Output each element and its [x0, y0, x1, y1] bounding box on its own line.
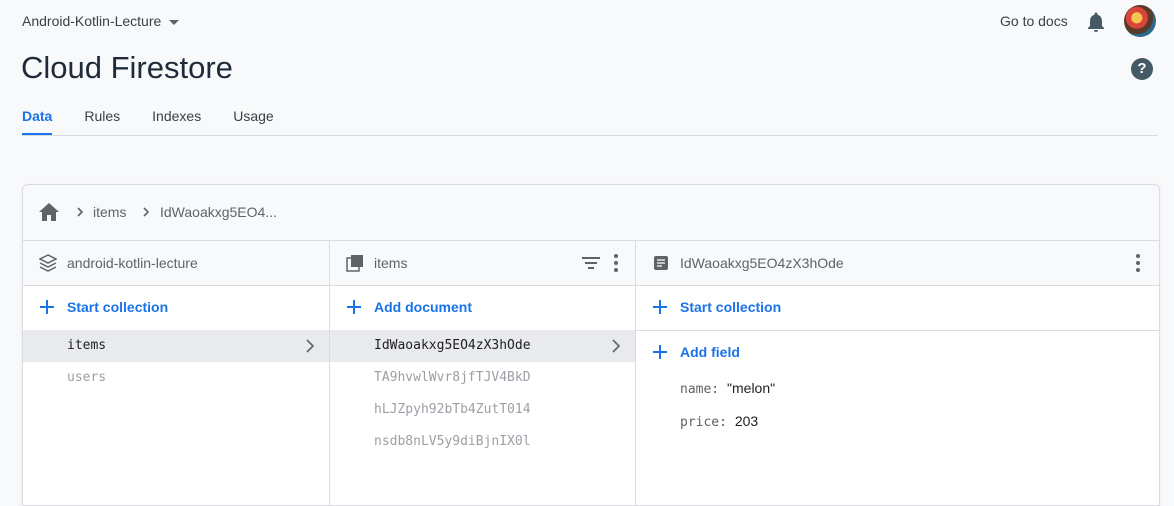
user-avatar[interactable]	[1124, 5, 1156, 37]
collection-title: items	[374, 255, 408, 271]
document-icon	[654, 256, 668, 270]
add-field-button[interactable]: Add field	[636, 331, 1159, 375]
collection-icon	[346, 255, 363, 272]
top-bar: Android-Kotlin-Lecture Go to docs	[0, 0, 1174, 44]
field-row-name[interactable]: name: "melon"	[680, 380, 775, 397]
add-document-label: Add document	[374, 299, 472, 315]
document-item[interactable]: IdWaoakxg5EO4zX3hOde	[330, 330, 635, 362]
filter-icon[interactable]	[582, 256, 600, 270]
start-subcollection-button[interactable]: Start collection	[636, 286, 1159, 330]
start-collection-label: Start collection	[680, 299, 782, 315]
chevron-right-icon	[77, 207, 84, 217]
project-selector[interactable]: Android-Kotlin-Lecture	[22, 13, 180, 29]
tab-data[interactable]: Data	[22, 100, 53, 135]
list-item-label: users	[67, 370, 107, 385]
document-item[interactable]: nsdb8nLV5y9diBjnIX0l	[330, 426, 635, 458]
chevron-right-icon	[143, 207, 150, 217]
field-key: name:	[680, 382, 720, 397]
plus-icon	[347, 300, 361, 314]
document-title: IdWaoakxg5EO4zX3hOde	[680, 255, 844, 271]
chevron-right-icon	[612, 339, 621, 353]
field-value: 203	[734, 413, 759, 429]
caret-down-icon	[169, 19, 180, 25]
project-name: Android-Kotlin-Lecture	[22, 13, 162, 29]
list-item-label: IdWaoakxg5EO4zX3hOde	[374, 338, 531, 353]
start-collection-label: Start collection	[67, 299, 169, 315]
database-icon	[39, 254, 57, 272]
document-column: IdWaoakxg5EO4zX3hOde Start collection Ad…	[636, 241, 1159, 505]
field-value: "melon"	[727, 380, 776, 396]
collection-item-users[interactable]: users	[23, 362, 329, 394]
breadcrumb-items[interactable]: items	[93, 204, 126, 220]
page-title: Cloud Firestore	[21, 50, 233, 85]
collection-column-header: items	[330, 241, 635, 286]
collection-column: items Add document IdWaoakxg5EO4zX3hOde …	[330, 241, 636, 505]
list-item-label: hLJZpyh92bTb4ZutT014	[374, 402, 531, 417]
add-field-label: Add field	[680, 344, 740, 360]
breadcrumb: items IdWaoakxg5EO4...	[23, 185, 1159, 241]
plus-icon	[40, 300, 54, 314]
document-item[interactable]: TA9hvwlWvr8jfTJV4BkD	[330, 362, 635, 394]
bell-icon[interactable]	[1086, 11, 1106, 33]
add-document-button[interactable]: Add document	[330, 286, 635, 330]
document-item[interactable]: hLJZpyh92bTb4ZutT014	[330, 394, 635, 426]
root-title: android-kotlin-lecture	[67, 255, 198, 271]
start-collection-button[interactable]: Start collection	[23, 286, 329, 330]
tab-bar: Data Rules Indexes Usage	[22, 100, 306, 135]
root-column: android-kotlin-lecture Start collection …	[23, 241, 330, 505]
more-vert-icon[interactable]	[613, 253, 619, 273]
list-item-label: TA9hvwlWvr8jfTJV4BkD	[374, 370, 531, 385]
more-vert-icon[interactable]	[1135, 253, 1141, 273]
tab-usage[interactable]: Usage	[233, 100, 273, 135]
plus-icon	[653, 300, 667, 314]
tab-indexes[interactable]: Indexes	[152, 100, 201, 135]
help-icon[interactable]: ?	[1131, 58, 1153, 80]
collection-item-items[interactable]: items	[23, 330, 329, 362]
plus-icon	[653, 345, 667, 359]
chevron-right-icon	[306, 339, 315, 353]
tab-divider	[22, 135, 1158, 136]
list-item-label: items	[67, 338, 107, 353]
list-item-label: nsdb8nLV5y9diBjnIX0l	[374, 434, 531, 449]
home-icon[interactable]	[39, 203, 59, 221]
data-panel: items IdWaoakxg5EO4... android-kotlin-le…	[22, 184, 1160, 506]
field-key: price:	[680, 415, 727, 430]
field-row-price[interactable]: price: 203	[680, 413, 758, 430]
tab-rules[interactable]: Rules	[84, 100, 120, 135]
go-to-docs-link[interactable]: Go to docs	[1000, 13, 1068, 29]
document-column-header: IdWaoakxg5EO4zX3hOde	[636, 241, 1159, 286]
root-column-header: android-kotlin-lecture	[23, 241, 329, 286]
breadcrumb-document[interactable]: IdWaoakxg5EO4...	[160, 204, 277, 220]
